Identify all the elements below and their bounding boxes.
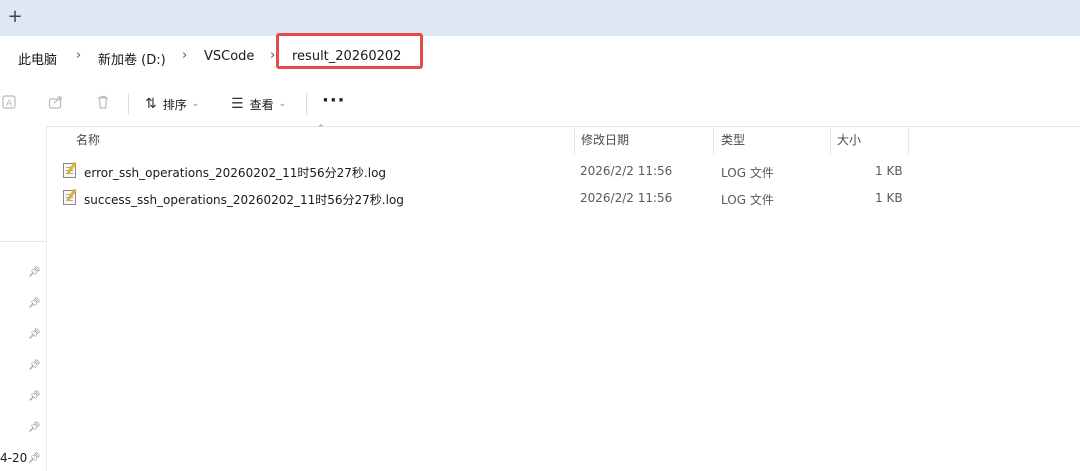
pin-icon[interactable]: 📌︎: [28, 360, 41, 372]
view-button[interactable]: ☰ 查看 ⌄: [231, 94, 286, 114]
breadcrumb-vscode[interactable]: VSCode: [204, 49, 254, 64]
file-type: LOG 文件: [721, 166, 774, 180]
highlight-box: [276, 33, 423, 69]
svg-text:A: A: [6, 99, 13, 109]
column-header-size[interactable]: 大小: [837, 126, 861, 154]
toolbar-divider: [128, 93, 129, 115]
breadcrumb-this-pc[interactable]: 此电脑: [18, 49, 57, 68]
sort-caret-icon: ⌃: [317, 124, 325, 134]
view-label: 查看: [249, 97, 274, 112]
log-file-icon: [63, 163, 76, 178]
breadcrumb-separator[interactable]: ›: [76, 48, 81, 63]
sort-label: 排序: [162, 97, 187, 112]
pin-icon[interactable]: 📌︎: [28, 267, 41, 279]
view-icon: ☰: [231, 96, 244, 112]
log-file-icon: [63, 190, 76, 205]
breadcrumb-separator[interactable]: ›: [270, 48, 275, 63]
breadcrumb-separator[interactable]: ›: [182, 48, 187, 63]
file-type: LOG 文件: [721, 193, 774, 207]
file-name: success_ssh_operations_20260202_11时56分27…: [84, 193, 404, 207]
rename-icon[interactable]: A: [0, 94, 20, 114]
file-date: 2026/2/2 11:56: [580, 164, 673, 178]
address-bar[interactable]: 此电脑 › 新加卷 (D:) › VSCode › result_2026020…: [0, 36, 1080, 81]
nav-divider: [0, 241, 46, 242]
file-row[interactable]: success_ssh_operations_20260202_11时56分27…: [60, 185, 910, 211]
column-divider[interactable]: [713, 126, 714, 154]
file-size: 1 KB: [875, 164, 903, 178]
chevron-down-icon: ⌄: [278, 99, 287, 109]
column-divider[interactable]: [830, 126, 831, 154]
pin-icon[interactable]: 📌︎: [28, 453, 41, 465]
toolbar-divider: [306, 93, 307, 115]
pin-icon[interactable]: 📌︎: [28, 329, 41, 341]
chevron-down-icon: ⌄: [191, 99, 200, 109]
column-divider[interactable]: [908, 126, 909, 154]
pin-icon[interactable]: 📌︎: [28, 298, 41, 310]
pin-icon[interactable]: 📌︎: [28, 391, 41, 403]
column-header-date[interactable]: 修改日期: [581, 126, 629, 154]
command-bar: A ⇅ 排序 ⌄ ☰ 查看 ⌄ ···: [0, 80, 1080, 127]
delete-icon[interactable]: [93, 94, 113, 114]
file-date: 2026/2/2 11:56: [580, 191, 673, 205]
column-header-type[interactable]: 类型: [721, 126, 745, 154]
column-divider[interactable]: [574, 126, 575, 154]
file-row[interactable]: error_ssh_operations_20260202_11时56分27秒.…: [60, 158, 910, 184]
sort-button[interactable]: ⇅ 排序 ⌄: [145, 94, 199, 114]
more-options-button[interactable]: ···: [322, 90, 346, 111]
file-size: 1 KB: [875, 191, 903, 205]
nav-item-label[interactable]: 4-20: [0, 451, 27, 465]
new-tab-button[interactable]: +: [4, 6, 26, 28]
column-header-name[interactable]: 名称: [76, 126, 100, 154]
sort-icon: ⇅: [145, 96, 157, 112]
share-icon[interactable]: [46, 94, 66, 114]
file-name: error_ssh_operations_20260202_11时56分27秒.…: [84, 166, 387, 180]
tab-bar: +: [0, 0, 1080, 36]
breadcrumb-drive[interactable]: 新加卷 (D:): [98, 49, 166, 68]
pin-icon[interactable]: 📌︎: [28, 422, 41, 434]
